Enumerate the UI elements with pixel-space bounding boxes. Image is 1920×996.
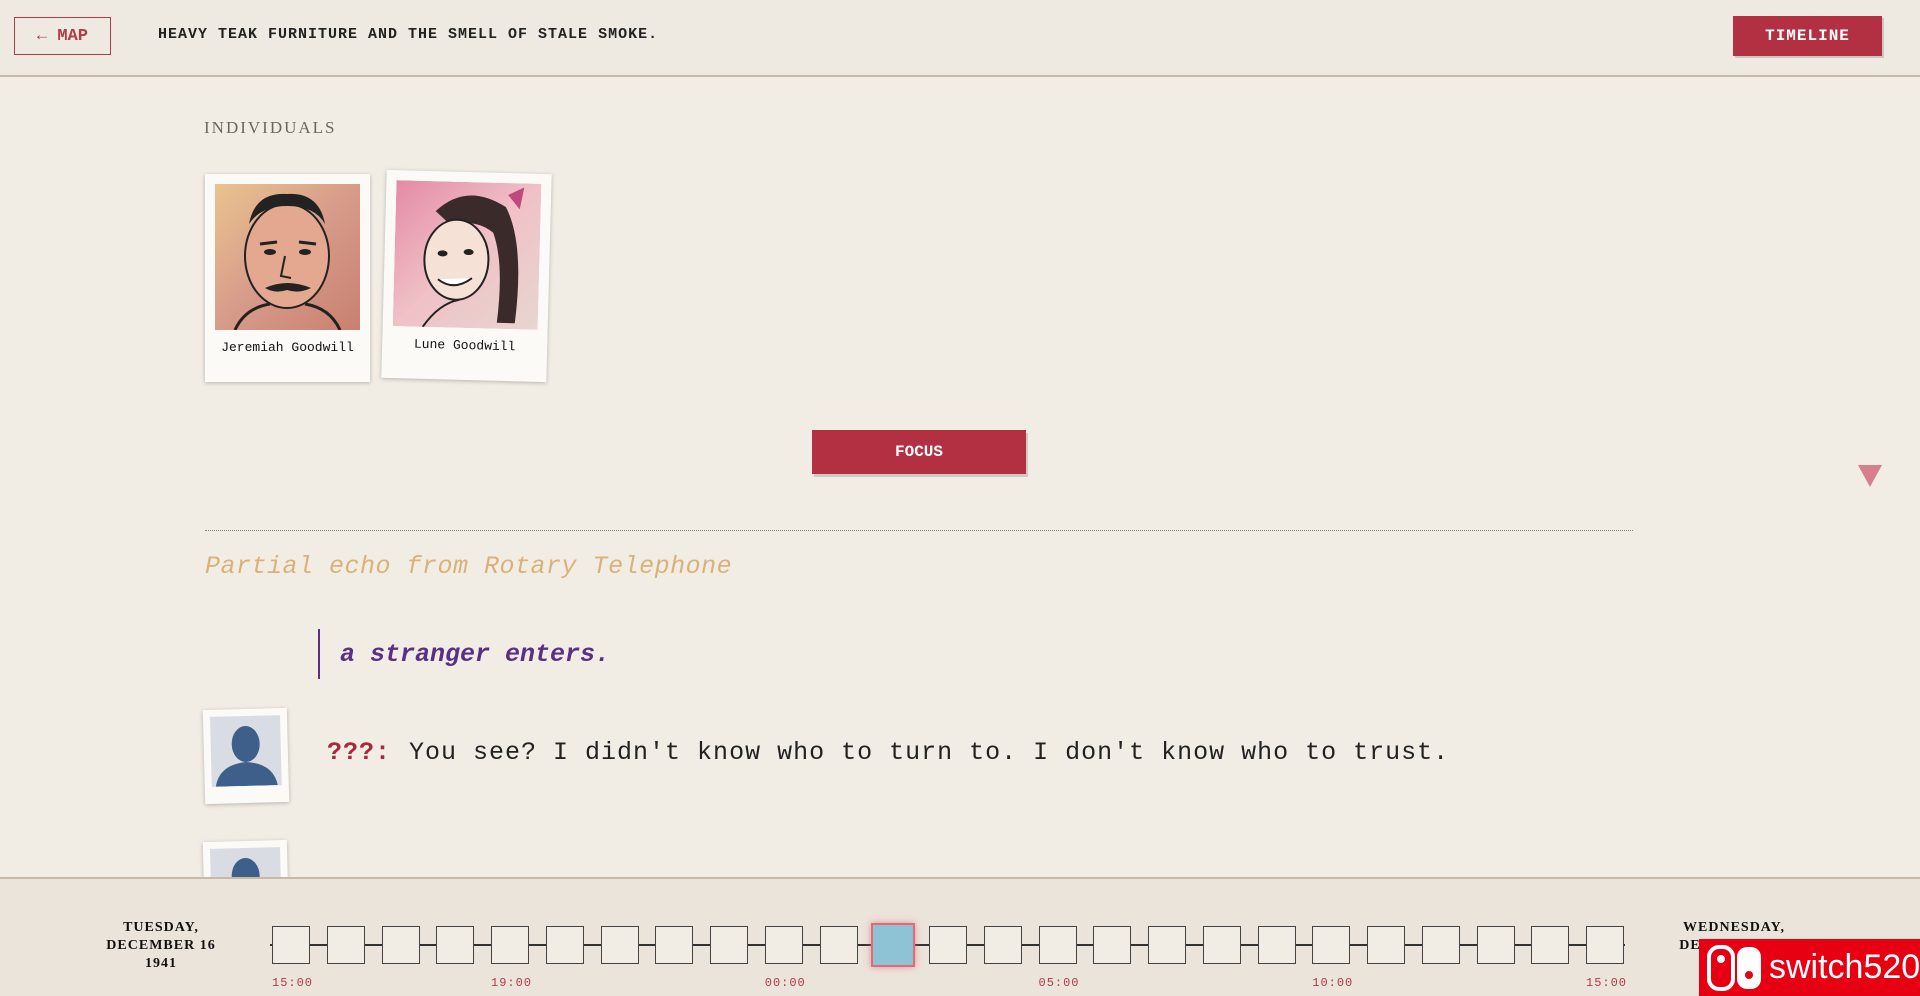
dialogue-line: ???: You see? I didn't know who to turn t… — [327, 738, 1449, 767]
stage-direction: a stranger enters. — [318, 629, 610, 679]
person-card-jeremiah-goodwill[interactable]: Jeremiah Goodwill — [205, 174, 370, 382]
timeline-slot[interactable] — [1312, 926, 1351, 964]
start-date: TUESDAY, DECEMBER 16 1941 — [91, 919, 231, 973]
timeline-button[interactable]: TIMELINE — [1733, 16, 1882, 56]
timeline-slot[interactable] — [491, 926, 529, 964]
person-card-lune-goodwill[interactable]: Lune Goodwill — [381, 169, 552, 383]
scroll-down-arrow-icon[interactable] — [1858, 465, 1882, 487]
focus-button[interactable]: FOCUS — [812, 430, 1026, 474]
back-to-map-button[interactable]: ← MAP — [14, 17, 111, 55]
timeline-slot[interactable] — [819, 926, 858, 964]
stage-direction-text: a stranger enters. — [340, 639, 611, 669]
timeline-tick-label: 15:00 — [1586, 976, 1628, 990]
timeline-button-label: TIMELINE — [1765, 27, 1850, 45]
speaker-name: ???: — [327, 738, 392, 767]
timeline-tick-label: 05:00 — [1038, 976, 1080, 990]
timeline-slot[interactable] — [1093, 926, 1132, 964]
timeline-slot[interactable] — [381, 926, 420, 964]
start-date-line: TUESDAY, — [123, 920, 199, 935]
individuals-heading: INDIVIDUALS — [204, 118, 337, 137]
end-date-line: WEDNESDAY, — [1683, 920, 1785, 935]
section-divider — [205, 530, 1633, 531]
location-description: HEAVY TEAK FURNITURE AND THE SMELL OF ST… — [158, 26, 659, 43]
dialogue-text: You see? I didn't know who to turn to. I… — [409, 738, 1450, 767]
top-bar: ← MAP HEAVY TEAK FURNITURE AND THE SMELL… — [0, 0, 1920, 77]
focus-button-label: FOCUS — [894, 443, 943, 461]
timeline-slot[interactable] — [1531, 926, 1570, 964]
person-name: Jeremiah Goodwill — [221, 340, 354, 355]
timeline-slot[interactable] — [1586, 926, 1624, 964]
timeline-slot[interactable] — [272, 926, 310, 964]
timeline-slot[interactable] — [545, 926, 584, 964]
timeline-slot[interactable] — [600, 926, 639, 964]
timeline-slot[interactable] — [326, 926, 365, 964]
timeline-slot[interactable] — [1202, 926, 1241, 964]
timeline-slot[interactable] — [1367, 926, 1405, 964]
console-logo-icon — [1707, 944, 1763, 991]
timeline-slot[interactable] — [1421, 926, 1460, 964]
timeline-slot-active[interactable] — [871, 923, 916, 967]
timeline-slot[interactable] — [1038, 926, 1077, 964]
timeline-slot[interactable] — [1148, 926, 1186, 964]
portrait-jeremiah-goodwill — [215, 184, 360, 330]
timeline-tick-label: 15:00 — [272, 976, 314, 990]
start-date-line: DECEMBER 16 — [106, 938, 216, 953]
timeline-slot[interactable] — [655, 926, 694, 964]
silhouette-icon — [209, 715, 282, 787]
watermark-badge: switch520 — [1699, 939, 1920, 996]
timeline-tick-label: 10:00 — [1312, 976, 1354, 990]
echo-title: Partial echo from Rotary Telephone — [205, 552, 733, 581]
timeline-tick-label: 00:00 — [764, 976, 806, 990]
timeline-slot[interactable] — [1476, 926, 1515, 964]
timeline-tick-label: 19:00 — [491, 976, 533, 990]
timeline-slot[interactable] — [436, 926, 475, 964]
timeline-slot[interactable] — [764, 926, 803, 964]
map-button-label: ← MAP — [36, 26, 88, 46]
portrait-lune-goodwill — [392, 180, 542, 330]
watermark-label: switch520 — [1769, 948, 1920, 986]
timeline-bar: TUESDAY, DECEMBER 16 1941 15:00 19:00 00:0… — [0, 877, 1920, 996]
person-name: Lune Goodwill — [413, 336, 516, 355]
timeline-slot[interactable] — [929, 926, 967, 964]
timeline-slot[interactable] — [1257, 926, 1296, 964]
timeline-slot[interactable] — [983, 926, 1022, 964]
timeline-slot[interactable] — [710, 926, 748, 964]
unknown-speaker-avatar — [202, 707, 290, 805]
start-date-line: 1941 — [145, 956, 177, 971]
